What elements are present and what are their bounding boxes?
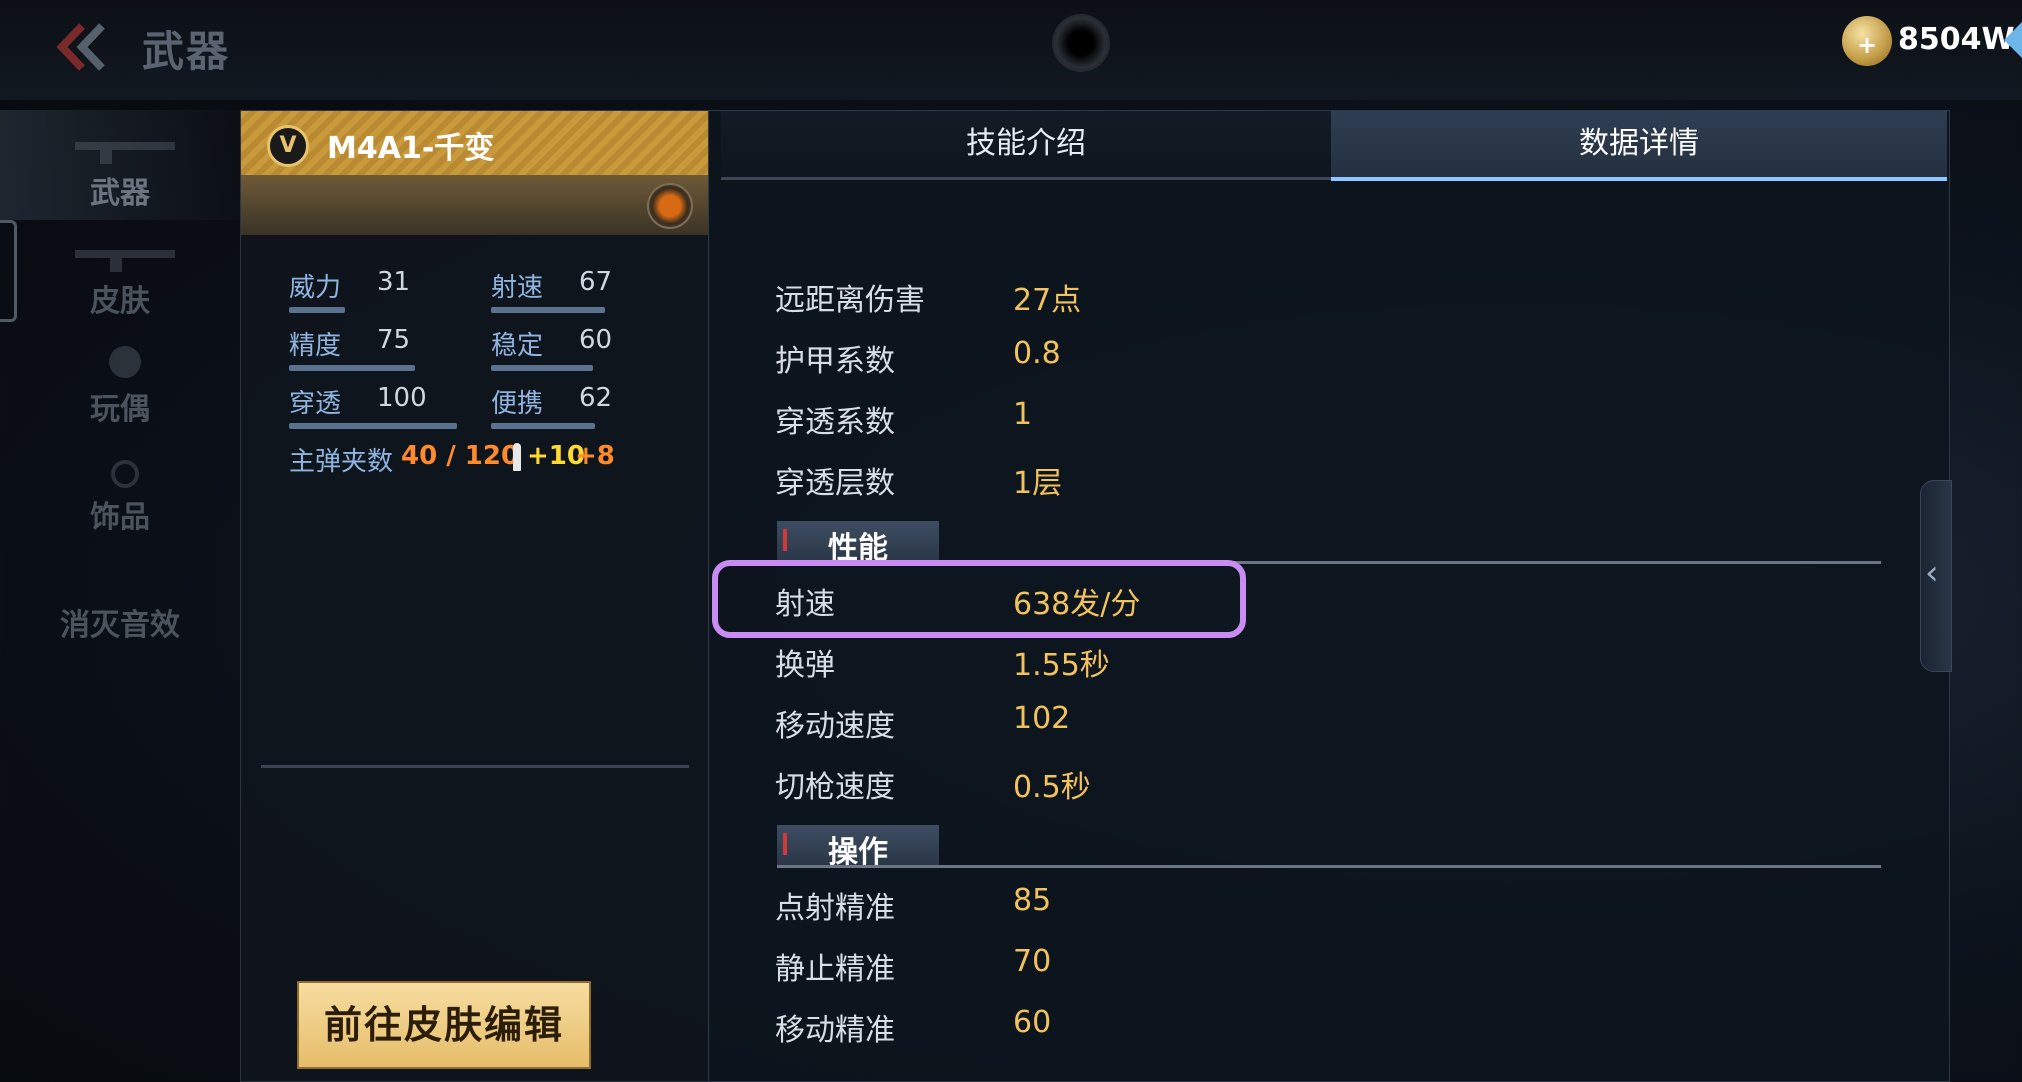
weapon-name: M4A1-千变 [327, 131, 495, 166]
page-title: 武器 [142, 27, 231, 76]
stat-value: 75 [377, 325, 411, 355]
detail-value: 102 [1013, 701, 1071, 736]
detail-key: 移动速度 [775, 709, 895, 744]
sidebar-item-label: 皮肤 [90, 284, 150, 319]
stat-portability: 便携 62 [491, 383, 631, 433]
coin-plus-label: + [1856, 31, 1878, 59]
coin-add-icon[interactable]: + [1842, 16, 1892, 66]
sidebar-item-label: 武器 [90, 176, 150, 211]
attribute-orb-icon[interactable] [647, 183, 693, 229]
detail-value: 1 [1013, 397, 1033, 432]
detail-key: 移动精准 [775, 1013, 895, 1048]
sidebar-item-kill-sound[interactable]: 消灭音效 [0, 542, 240, 652]
bullet-icon [513, 443, 521, 471]
section-rule [939, 865, 1881, 868]
ammo-label: 主弹夹数 [289, 447, 394, 477]
stat-label: 稳定 [491, 331, 544, 361]
top-bar [0, 0, 2022, 100]
detail-key: 远距离伤害 [775, 283, 925, 318]
v-rank-badge-icon: V [267, 125, 309, 167]
section-rule [777, 865, 939, 868]
detail-key: 护甲系数 [775, 344, 895, 379]
stat-bar [289, 365, 415, 371]
stat-label: 穿透 [289, 389, 342, 419]
sidebar-item-skin[interactable]: 皮肤 [0, 218, 240, 328]
tab-skill-intro[interactable]: 技能介绍 [721, 111, 1331, 180]
sidebar-bracket [0, 220, 17, 322]
back-arrow-icon[interactable] [52, 22, 122, 72]
stat-value: 67 [579, 267, 613, 297]
stat-accuracy: 精度 75 [289, 325, 429, 375]
stat-fire-rate: 射速 67 [491, 267, 631, 317]
rifle-icon [75, 142, 175, 164]
fire-rate-highlight [712, 560, 1246, 638]
skin-gun-icon [75, 250, 175, 272]
detail-key: 点射精准 [775, 891, 895, 926]
sidebar-item-label: 饰品 [90, 500, 150, 535]
sidebar-item-label: 消灭音效 [60, 608, 180, 643]
detail-value: 85 [1013, 883, 1052, 918]
panel-collapse-handle[interactable]: ‹ [1920, 480, 1952, 672]
stat-value: 100 [377, 383, 427, 413]
detail-key: 静止精准 [775, 952, 895, 987]
sidebar-item-accessory[interactable]: 饰品 [0, 434, 240, 544]
panel-divider [261, 765, 689, 768]
detail-value: 70 [1013, 944, 1052, 979]
stat-bar [491, 307, 605, 313]
stat-bar [289, 423, 457, 429]
doll-icon [109, 346, 141, 378]
pendant-icon [111, 460, 139, 488]
stat-bar [491, 365, 593, 371]
category-sidebar: 武器 皮肤 玩偶 饰品 消灭音效 [0, 110, 240, 1080]
detail-key: 换弹 [775, 648, 835, 683]
currency-value: 8504W [1898, 22, 2015, 57]
section-performance: 性能 [777, 521, 1881, 566]
stat-stability: 稳定 60 [491, 325, 631, 375]
stat-label: 威力 [289, 273, 342, 303]
camera-orb-icon [1052, 14, 1110, 72]
ammo-bonus-secondary: +8 [575, 441, 615, 471]
detail-value: 0.8 [1013, 336, 1061, 371]
sidebar-item-doll[interactable]: 玩偶 [0, 326, 240, 436]
detail-key: 穿透层数 [775, 466, 895, 501]
detail-key: 切枪速度 [775, 770, 895, 805]
stat-bar [289, 307, 345, 313]
section-operation: 操作 [777, 825, 1881, 870]
detail-value: 1.55秒 [1013, 648, 1110, 683]
detail-value: 27点 [1013, 283, 1082, 318]
stat-penetration: 穿透 100 [289, 383, 457, 433]
detail-value: 60 [1013, 1005, 1052, 1040]
tab-bar: 技能介绍 数据详情 [721, 111, 1947, 181]
stat-label: 精度 [289, 331, 342, 361]
detail-key: 穿透系数 [775, 405, 895, 440]
tab-data-details[interactable]: 数据详情 [1331, 111, 1947, 181]
stat-bar [491, 423, 595, 429]
stat-value: 62 [579, 383, 613, 413]
weapon-info-panel: V M4A1-千变 威力 31 射速 67 精度 75 稳定 60 穿透 100… [240, 110, 710, 1082]
sidebar-item-label: 玩偶 [90, 392, 150, 427]
ammo-value: 40 / 120 [401, 441, 520, 471]
skin-edit-button[interactable]: 前往皮肤编辑 [297, 981, 591, 1069]
stat-value: 60 [579, 325, 613, 355]
stat-label: 射速 [491, 273, 544, 303]
stat-power: 威力 31 [289, 267, 429, 317]
detail-value: 1层 [1013, 466, 1063, 501]
stat-value: 31 [377, 267, 411, 297]
stat-label: 便携 [491, 389, 544, 419]
sidebar-item-weapon[interactable]: 武器 [0, 110, 240, 220]
chevron-left-icon: ‹ [1925, 553, 1939, 593]
detail-value: 0.5秒 [1013, 770, 1091, 805]
weapon-header-strip [241, 175, 709, 235]
